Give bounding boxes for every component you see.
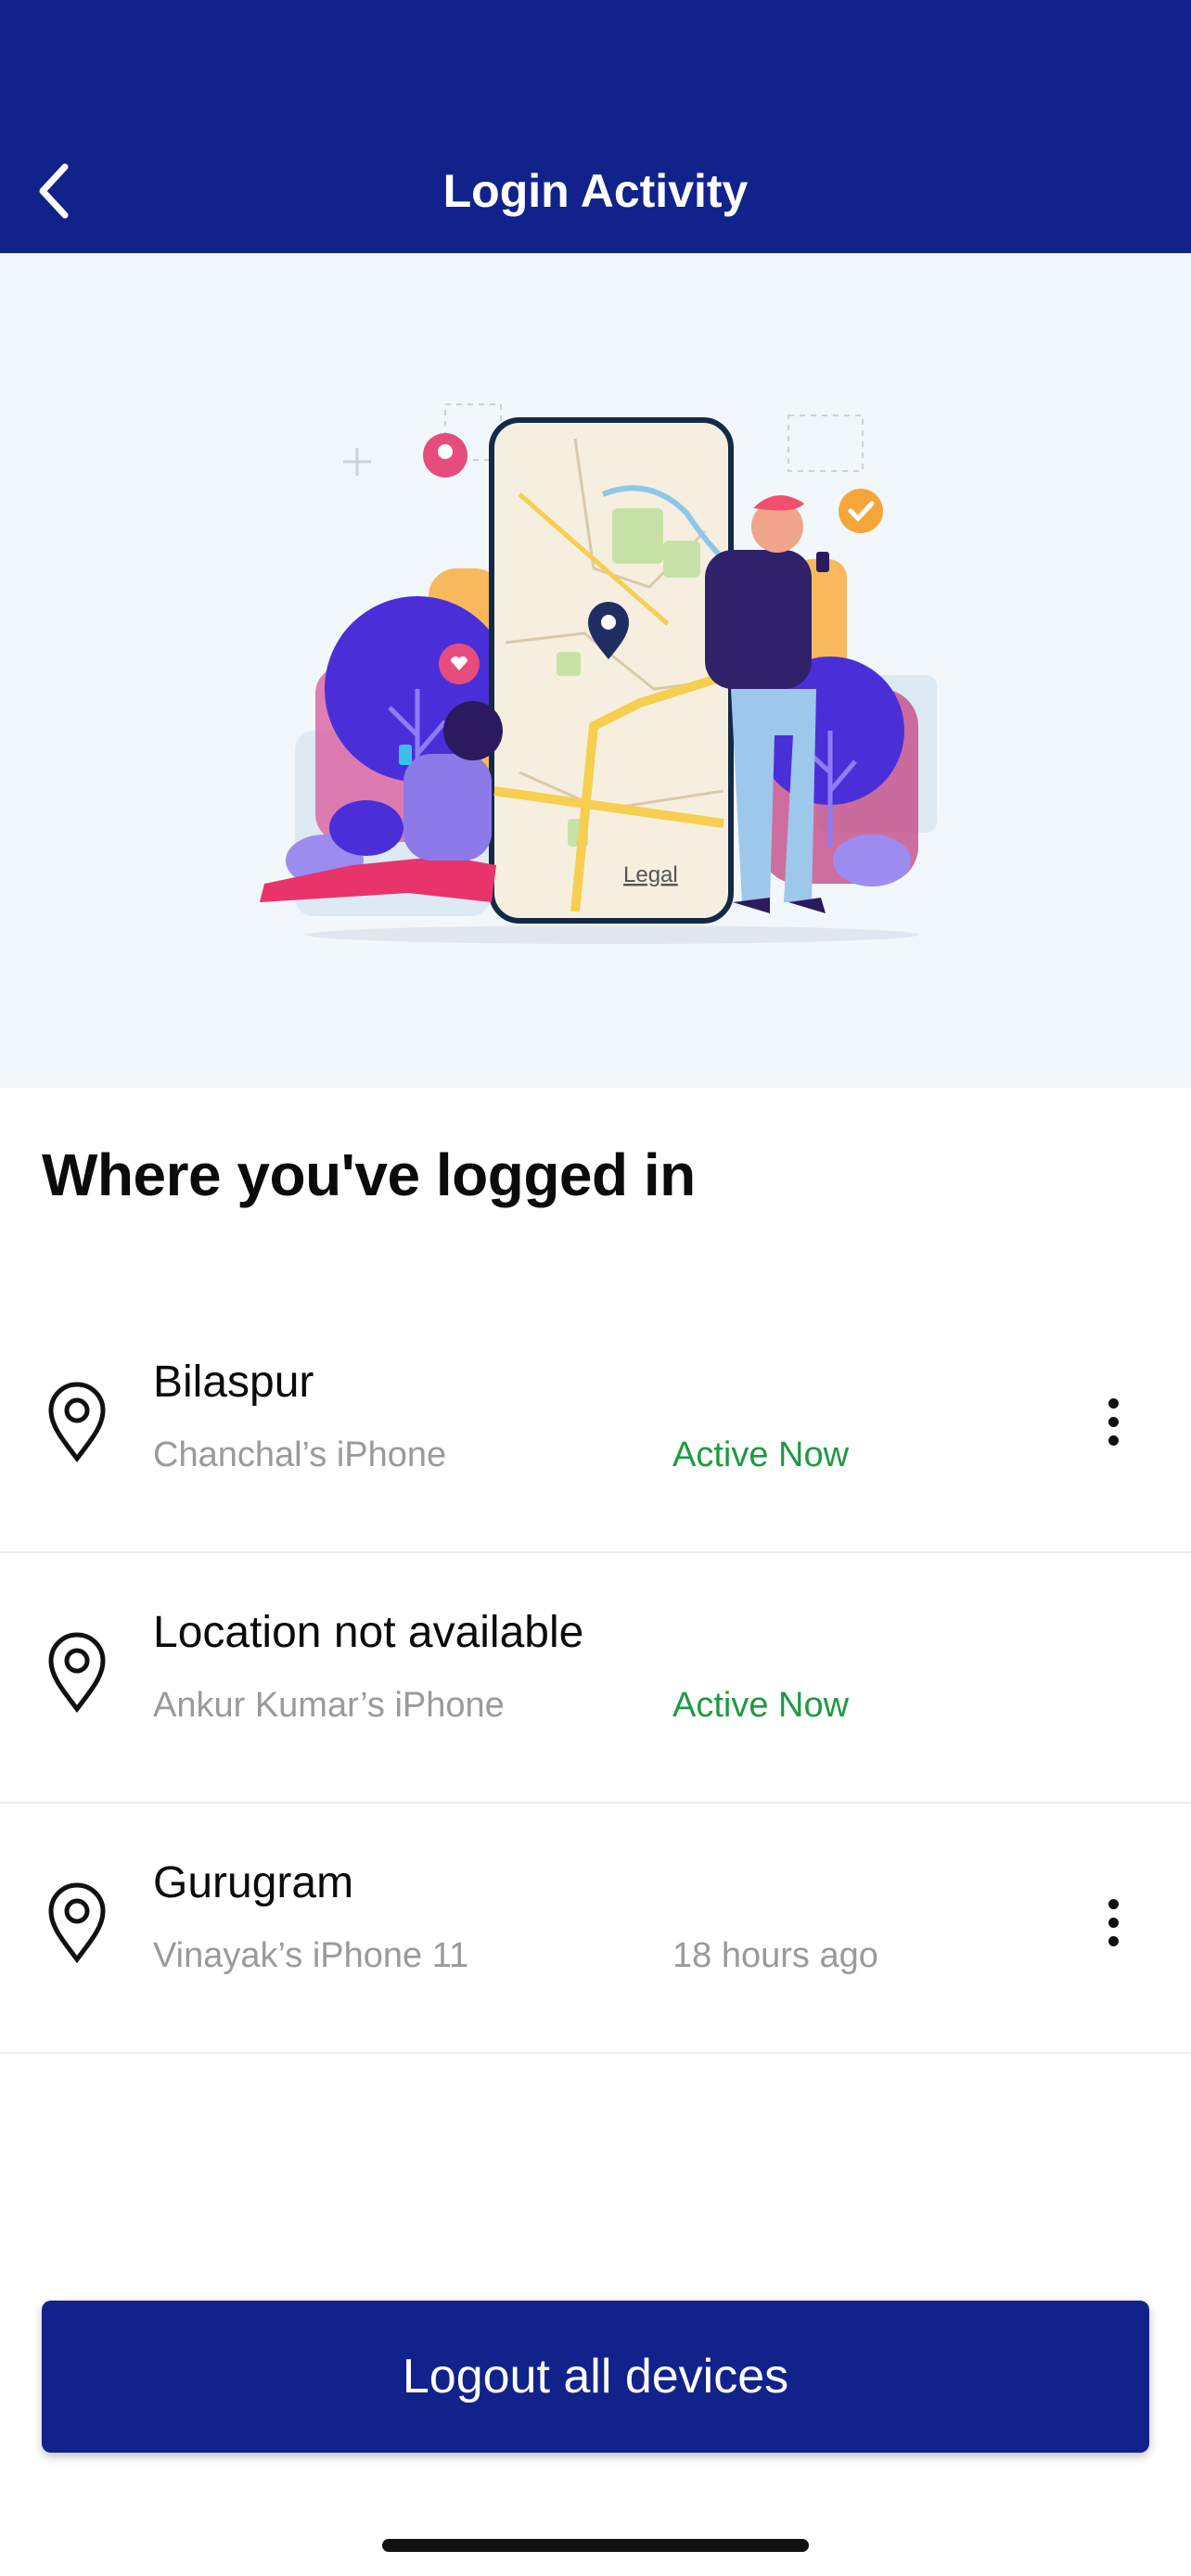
session-location: Gurugram <box>153 1858 354 1907</box>
more-options-button[interactable] <box>1090 1389 1136 1454</box>
session-status: Active Now <box>672 1686 850 1725</box>
location-pin-icon <box>48 1382 106 1463</box>
session-status: Active Now <box>672 1435 850 1474</box>
session-status: 18 hours ago <box>672 1936 878 1975</box>
more-vertical-icon <box>1108 1397 1119 1409</box>
session-device: Chanchal’s iPhone <box>153 1435 447 1474</box>
logout-all-devices-button[interactable]: Logout all devices <box>42 2301 1149 2453</box>
session-device: Ankur Kumar’s iPhone <box>153 1686 505 1725</box>
session-row[interactable]: Gurugram Vinayak’s iPhone 11 18 hours ag… <box>0 1802 1191 2054</box>
session-location: Bilaspur <box>153 1358 314 1407</box>
map-illustration: Legal <box>260 403 937 944</box>
app-header: Login Activity <box>0 0 1191 253</box>
more-options-button[interactable] <box>1090 1890 1136 1955</box>
session-row[interactable]: Bilaspur Chanchal’s iPhone Active Now <box>0 1301 1191 1553</box>
session-device: Vinayak’s iPhone 11 <box>153 1936 469 1975</box>
location-pin-icon <box>48 1882 106 1964</box>
session-location: Location not available <box>153 1608 584 1657</box>
map-legal-label: Legal <box>623 862 678 887</box>
location-pin-icon <box>48 1632 106 1714</box>
home-indicator <box>382 2539 809 2552</box>
hero-illustration: Legal <box>0 253 1191 1088</box>
more-vertical-icon <box>1108 1898 1119 1909</box>
session-row[interactable]: Location not available Ankur Kumar’s iPh… <box>0 1551 1191 1804</box>
page-title: Login Activity <box>442 165 749 217</box>
section-title: Where you've logged in <box>42 1141 696 1208</box>
